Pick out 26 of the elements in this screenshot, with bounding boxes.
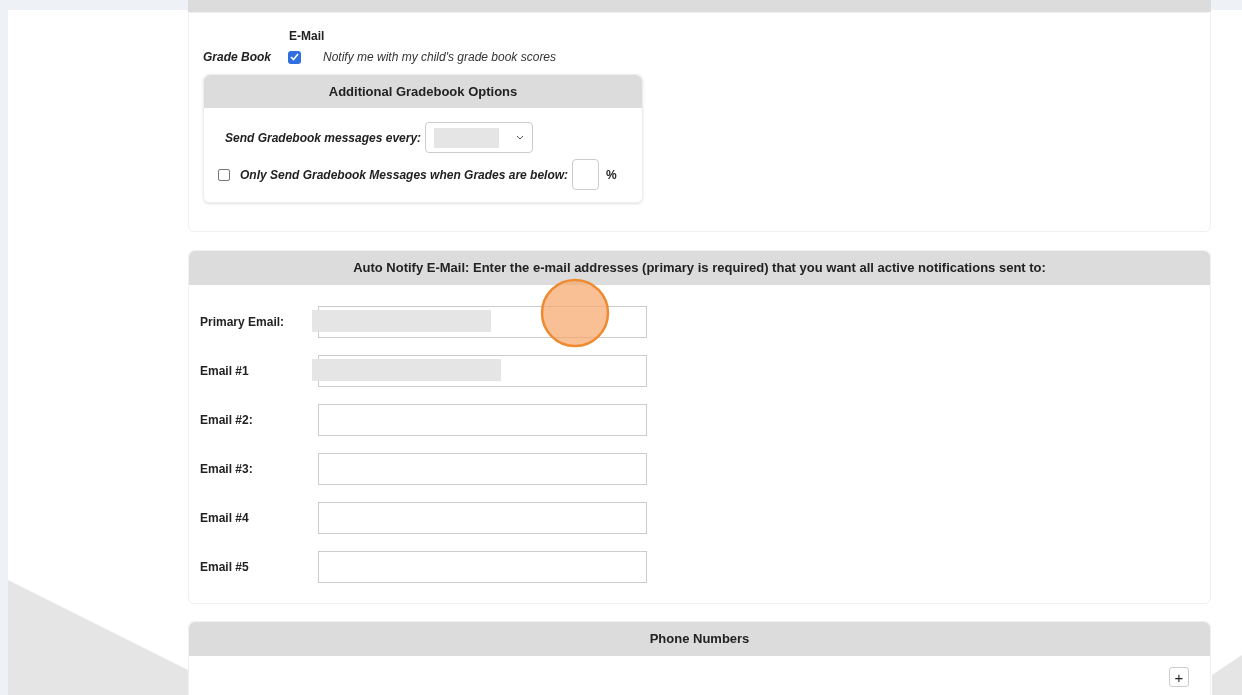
section-header: Additional Gradebook Options bbox=[204, 75, 642, 108]
field-label: Send Gradebook messages every: bbox=[225, 129, 422, 147]
section-header: Phone Numbers bbox=[189, 622, 1210, 656]
field-label: Email #4 bbox=[200, 510, 250, 527]
email-field[interactable] bbox=[318, 551, 647, 583]
checkbox-label: Only Send Gradebook Messages when Grades are below: bbox=[240, 166, 569, 184]
email-field[interactable] bbox=[318, 502, 647, 534]
frequency-select[interactable] bbox=[425, 122, 534, 153]
chevron-down-icon bbox=[516, 134, 525, 141]
field-label: Email #5 bbox=[200, 559, 250, 576]
section-header: Auto Notify E-Mail: Enter the e-mail addresses (primary is required) that you want all active notifications sent to: bbox=[189, 251, 1210, 285]
checkbox[interactable] bbox=[288, 50, 301, 64]
field-label: Email #1 bbox=[200, 363, 250, 380]
click-marker bbox=[540, 278, 610, 348]
field-label: Email #2: bbox=[200, 412, 254, 429]
unit-label: % bbox=[606, 166, 617, 184]
email-field[interactable] bbox=[318, 453, 647, 485]
add-button[interactable]: + bbox=[1169, 667, 1189, 687]
checkbox[interactable] bbox=[218, 168, 230, 181]
row-label: Grade Book bbox=[203, 49, 272, 66]
field-label: Primary Email: bbox=[200, 314, 286, 331]
row-description: Notify me with my child's grade book scores bbox=[323, 49, 557, 66]
column-header: E-Mail bbox=[289, 29, 325, 43]
percent-input[interactable] bbox=[572, 159, 600, 190]
field-label: Email #3: bbox=[200, 461, 254, 478]
email-field[interactable] bbox=[318, 404, 647, 436]
